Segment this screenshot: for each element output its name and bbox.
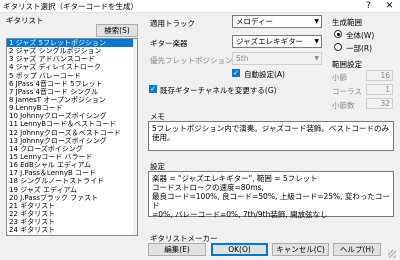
guitarist-list-item[interactable]: 20 J.Passブラック ファスト: [7, 194, 137, 202]
bar-count-label: 小節数: [332, 101, 355, 110]
guitarist-list-item[interactable]: 15 Lennyコード バラード: [7, 153, 137, 161]
guitarist-list-item[interactable]: 19 ジャズ エディアム: [7, 186, 137, 194]
range-label: 生成範囲: [332, 18, 362, 27]
track-value: メロディー: [236, 17, 273, 26]
cancel-button[interactable]: キャンセル(C): [272, 243, 329, 256]
guitarist-list-item[interactable]: 1 ジャズ 5フレットポジション: [7, 39, 137, 48]
guitarist-list-item[interactable]: 6 JPass 4音コード 5フレット: [7, 80, 137, 88]
close-icon[interactable]: ✕: [381, 0, 398, 13]
title-bar: ギタリスト選択（ギターコードを生成） ? ✕: [0, 0, 400, 13]
guitarist-list-item[interactable]: 10 Johnnyクローズボイシング: [7, 112, 137, 120]
save-channel-label: 既存ギターチャネルを変更する(G): [160, 86, 277, 95]
search-button[interactable]: 検索(S): [96, 24, 138, 37]
guitarist-list-item[interactable]: 16 EdBシャル エディアム: [7, 161, 137, 169]
range-all-radio[interactable]: [334, 30, 342, 38]
guitarist-list-item[interactable]: 12 Johnnyクローズ＆ベストコード: [7, 129, 137, 137]
chorus-label: コーラス: [332, 87, 362, 96]
guitarist-list-item[interactable]: 11 LennyBコード＆ベストコード: [7, 120, 137, 128]
auto-setting-checkbox[interactable]: ✓: [232, 69, 240, 77]
guitarist-list-item[interactable]: 21 ギタリスト: [7, 202, 137, 210]
ok-button[interactable]: OK(O): [211, 243, 268, 256]
guitarist-list-item[interactable]: 18 シングルノートストライド: [7, 177, 137, 185]
track-select[interactable]: メロディー ▼: [232, 15, 322, 28]
chevron-down-icon: ▼: [314, 38, 319, 45]
guitarist-list-item[interactable]: 17 J.Pass＆LennyB コード: [7, 169, 137, 177]
bar-field[interactable]: 16: [366, 70, 393, 81]
config-textarea[interactable]: 楽器 = "ジャズエレキギター", 範囲 = 5フレット コードストロークの速度…: [148, 171, 394, 219]
guitarist-list-item[interactable]: 9 LennyBコード: [7, 104, 137, 112]
guitarist-list-item[interactable]: 24 ギタリスト: [7, 226, 137, 234]
chevron-down-icon: ▼: [314, 18, 319, 25]
fret-label: 優先フレットポジション: [150, 56, 233, 65]
range-section-label: 範囲設定: [332, 60, 362, 69]
guitarist-list-item[interactable]: 22 ギタリスト: [7, 210, 137, 218]
guitarist-list-item[interactable]: 7 JPass 4音コード シングル: [7, 88, 137, 96]
guitarist-list-item[interactable]: 5 ポップ バレーコード: [7, 72, 137, 80]
instrument-select[interactable]: ジャズエレキギター ▼: [232, 35, 322, 48]
fret-select[interactable]: 5th ▼: [232, 52, 322, 65]
instrument-label: ギター楽器: [150, 39, 188, 48]
window-title: ギタリスト選択（ギターコードを生成）: [3, 2, 138, 11]
guitarist-list[interactable]: 1 ジャズ 5フレットポジション 2 ジャズ シングルポジション 3 ジャズ アドバ…: [6, 38, 138, 236]
list-scrollbar[interactable]: [133, 39, 137, 235]
guitarist-list-item[interactable]: 23 ギタリスト: [7, 218, 137, 226]
instrument-value: ジャズエレキギター: [236, 37, 304, 46]
fret-value: 5th: [236, 54, 249, 63]
guitarist-list-item[interactable]: 2 ジャズ シングルポジション: [7, 47, 137, 55]
config-line: =0%, バレーコード=0%, 7th/9th装飾, 開放弦なし: [152, 210, 328, 219]
bar-label: 小節: [332, 73, 347, 82]
guitarist-list-item[interactable]: 8 JamesT オープンポジション: [7, 96, 137, 104]
memo-text: 5フレットポジション内で演奏。ジャズコード装飾。ベストコードのみ使用。: [152, 124, 390, 142]
guitarist-label: ギタリスト: [6, 16, 44, 25]
help-icon[interactable]: ?: [360, 0, 377, 13]
resize-grip-icon[interactable]: [388, 250, 396, 258]
guitarist-list-item[interactable]: 13 Johnnyクローズボイシング: [7, 137, 137, 145]
chevron-down-icon: ▼: [314, 55, 319, 62]
config-line: コードストロークの速度=80ms,: [152, 183, 264, 192]
track-label: 適用トラック: [150, 19, 195, 28]
edit-button[interactable]: 編集(E): [148, 243, 206, 256]
save-channel-checkbox[interactable]: ✓: [149, 85, 157, 93]
guitarist-list-item[interactable]: 14 クローズボイシング: [7, 145, 137, 153]
bar-count-field[interactable]: 32: [366, 98, 393, 109]
range-partial-radio[interactable]: [334, 43, 342, 51]
help-button[interactable]: ヘルプ(H): [333, 243, 381, 256]
guitarist-list-item[interactable]: 4 ジャズ ディレイストローク: [7, 63, 137, 71]
config-line: 最良コード=100%, 良コード=50%, 上級コード=25%, 変わったコード: [152, 192, 390, 210]
guitarist-list-items: 1 ジャズ 5フレットポジション 2 ジャズ シングルポジション 3 ジャズ アドバ…: [7, 39, 137, 234]
auto-setting-label: 自動設定(A): [244, 70, 285, 79]
memo-textarea[interactable]: 5フレットポジション内で演奏。ジャズコード装飾。ベストコードのみ使用。: [148, 121, 394, 151]
range-all-label: 全体(W): [346, 31, 375, 40]
guitarist-list-item[interactable]: 3 ジャズ アドバンスコード: [7, 55, 137, 63]
chorus-field[interactable]: 1: [366, 84, 393, 95]
range-partial-label: 一部(R): [346, 44, 373, 53]
config-line: 楽器 = "ジャズエレキギター", 範囲 = 5フレット: [152, 174, 318, 183]
